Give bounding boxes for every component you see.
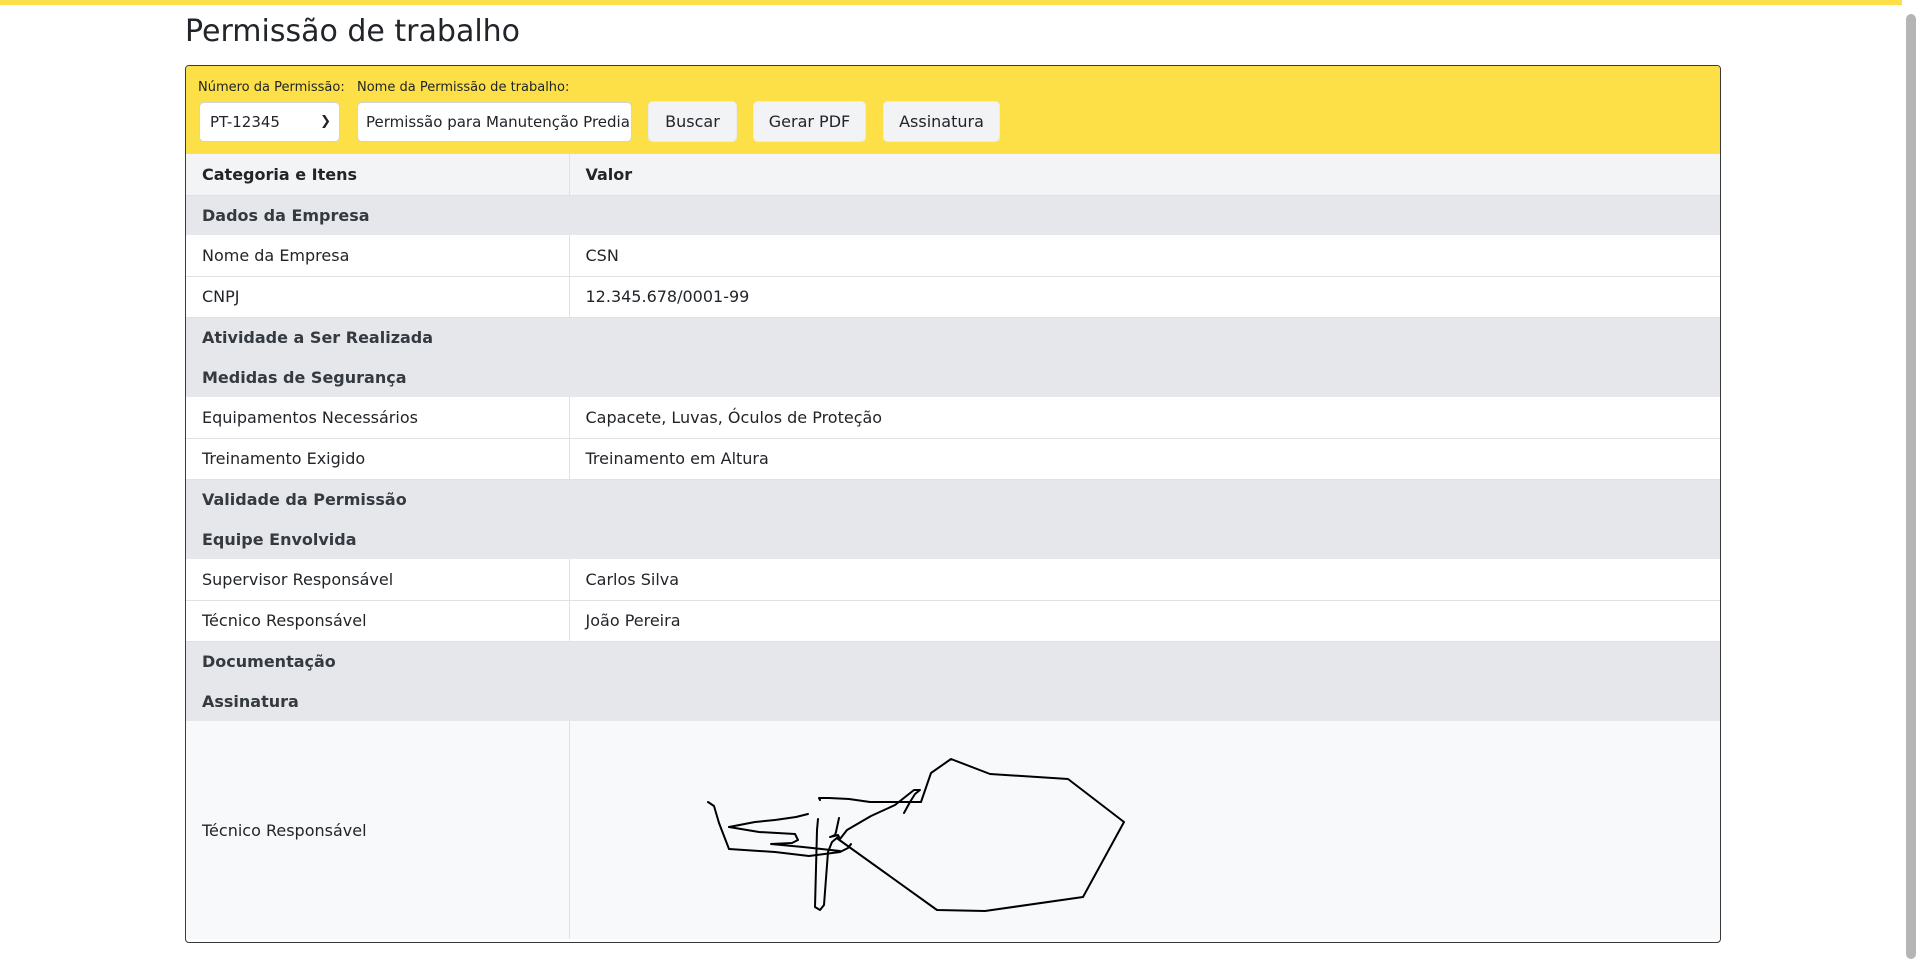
nome-permissao-input[interactable]: Permissão para Manutenção Predial xyxy=(357,102,632,142)
toolbar: Número da Permissão: Nome da Permissão d… xyxy=(186,66,1720,154)
table-row: CNPJ 12.345.678/0001-99 xyxy=(186,276,1720,318)
section-row: Medidas de Segurança xyxy=(186,357,1720,397)
row-label: Equipamentos Necessários xyxy=(186,397,570,439)
row-label: Supervisor Responsável xyxy=(186,559,570,601)
top-accent-bar xyxy=(0,0,1920,5)
section-assinatura: Assinatura xyxy=(186,681,1720,721)
row-value: CSN xyxy=(569,235,1720,277)
row-value: Carlos Silva xyxy=(569,559,1720,601)
section-atividade: Atividade a Ser Realizada xyxy=(186,317,1720,357)
section-row: Atividade a Ser Realizada xyxy=(186,317,1720,357)
permit-table: Categoria e Itens Valor Dados da Empresa… xyxy=(186,154,1720,939)
section-dados-empresa: Dados da Empresa xyxy=(186,195,1720,235)
table-row: Nome da Empresa CSN xyxy=(186,235,1720,277)
signature-cell xyxy=(569,721,1720,939)
scrollbar[interactable] xyxy=(1902,0,1920,963)
row-label: Treinamento Exigido xyxy=(186,438,570,480)
buscar-button[interactable]: Buscar xyxy=(648,101,737,142)
column-header-categoria: Categoria e Itens xyxy=(186,154,570,196)
row-value: Capacete, Luvas, Óculos de Proteção xyxy=(569,397,1720,439)
section-row: Dados da Empresa xyxy=(186,195,1720,235)
numero-permissao-value: PT-12345 xyxy=(210,113,280,131)
section-equipe: Equipe Envolvida xyxy=(186,519,1720,559)
signature-row: Técnico Responsável xyxy=(186,721,1720,939)
handwritten-signature xyxy=(706,758,1125,912)
section-row: Validade da Permissão xyxy=(186,479,1720,519)
table-row: Equipamentos Necessários Capacete, Luvas… xyxy=(186,397,1720,439)
table-header-row: Categoria e Itens Valor xyxy=(186,154,1720,196)
section-documentacao: Documentação xyxy=(186,641,1720,681)
section-row: Equipe Envolvida xyxy=(186,519,1720,559)
scrollbar-thumb[interactable] xyxy=(1906,14,1916,959)
nome-permissao-label: Nome da Permissão de trabalho: xyxy=(357,80,570,95)
row-label: Técnico Responsável xyxy=(186,721,570,939)
section-validade: Validade da Permissão xyxy=(186,479,1720,519)
signature-image xyxy=(570,722,1721,938)
row-label: CNPJ xyxy=(186,276,570,318)
table-row: Treinamento Exigido Treinamento em Altur… xyxy=(186,438,1720,480)
section-medidas-seguranca: Medidas de Segurança xyxy=(186,357,1720,397)
numero-permissao-select[interactable]: PT-12345 ❯ xyxy=(199,102,340,142)
section-row: Assinatura xyxy=(186,681,1720,721)
row-label: Nome da Empresa xyxy=(186,235,570,277)
row-value: João Pereira xyxy=(569,600,1720,642)
assinatura-button[interactable]: Assinatura xyxy=(883,101,1000,142)
permit-panel: Número da Permissão: Nome da Permissão d… xyxy=(185,65,1721,943)
column-header-valor: Valor xyxy=(569,154,1720,196)
table-row: Técnico Responsável João Pereira xyxy=(186,600,1720,642)
row-label: Técnico Responsável xyxy=(186,600,570,642)
chevron-down-icon: ❯ xyxy=(320,114,331,129)
page-title: Permissão de trabalho xyxy=(185,14,521,49)
row-value: 12.345.678/0001-99 xyxy=(569,276,1720,318)
section-row: Documentação xyxy=(186,641,1720,681)
table-row: Supervisor Responsável Carlos Silva xyxy=(186,559,1720,601)
numero-permissao-label: Número da Permissão: xyxy=(198,80,345,95)
gerar-pdf-button[interactable]: Gerar PDF xyxy=(753,101,866,142)
row-value: Treinamento em Altura xyxy=(569,438,1720,480)
